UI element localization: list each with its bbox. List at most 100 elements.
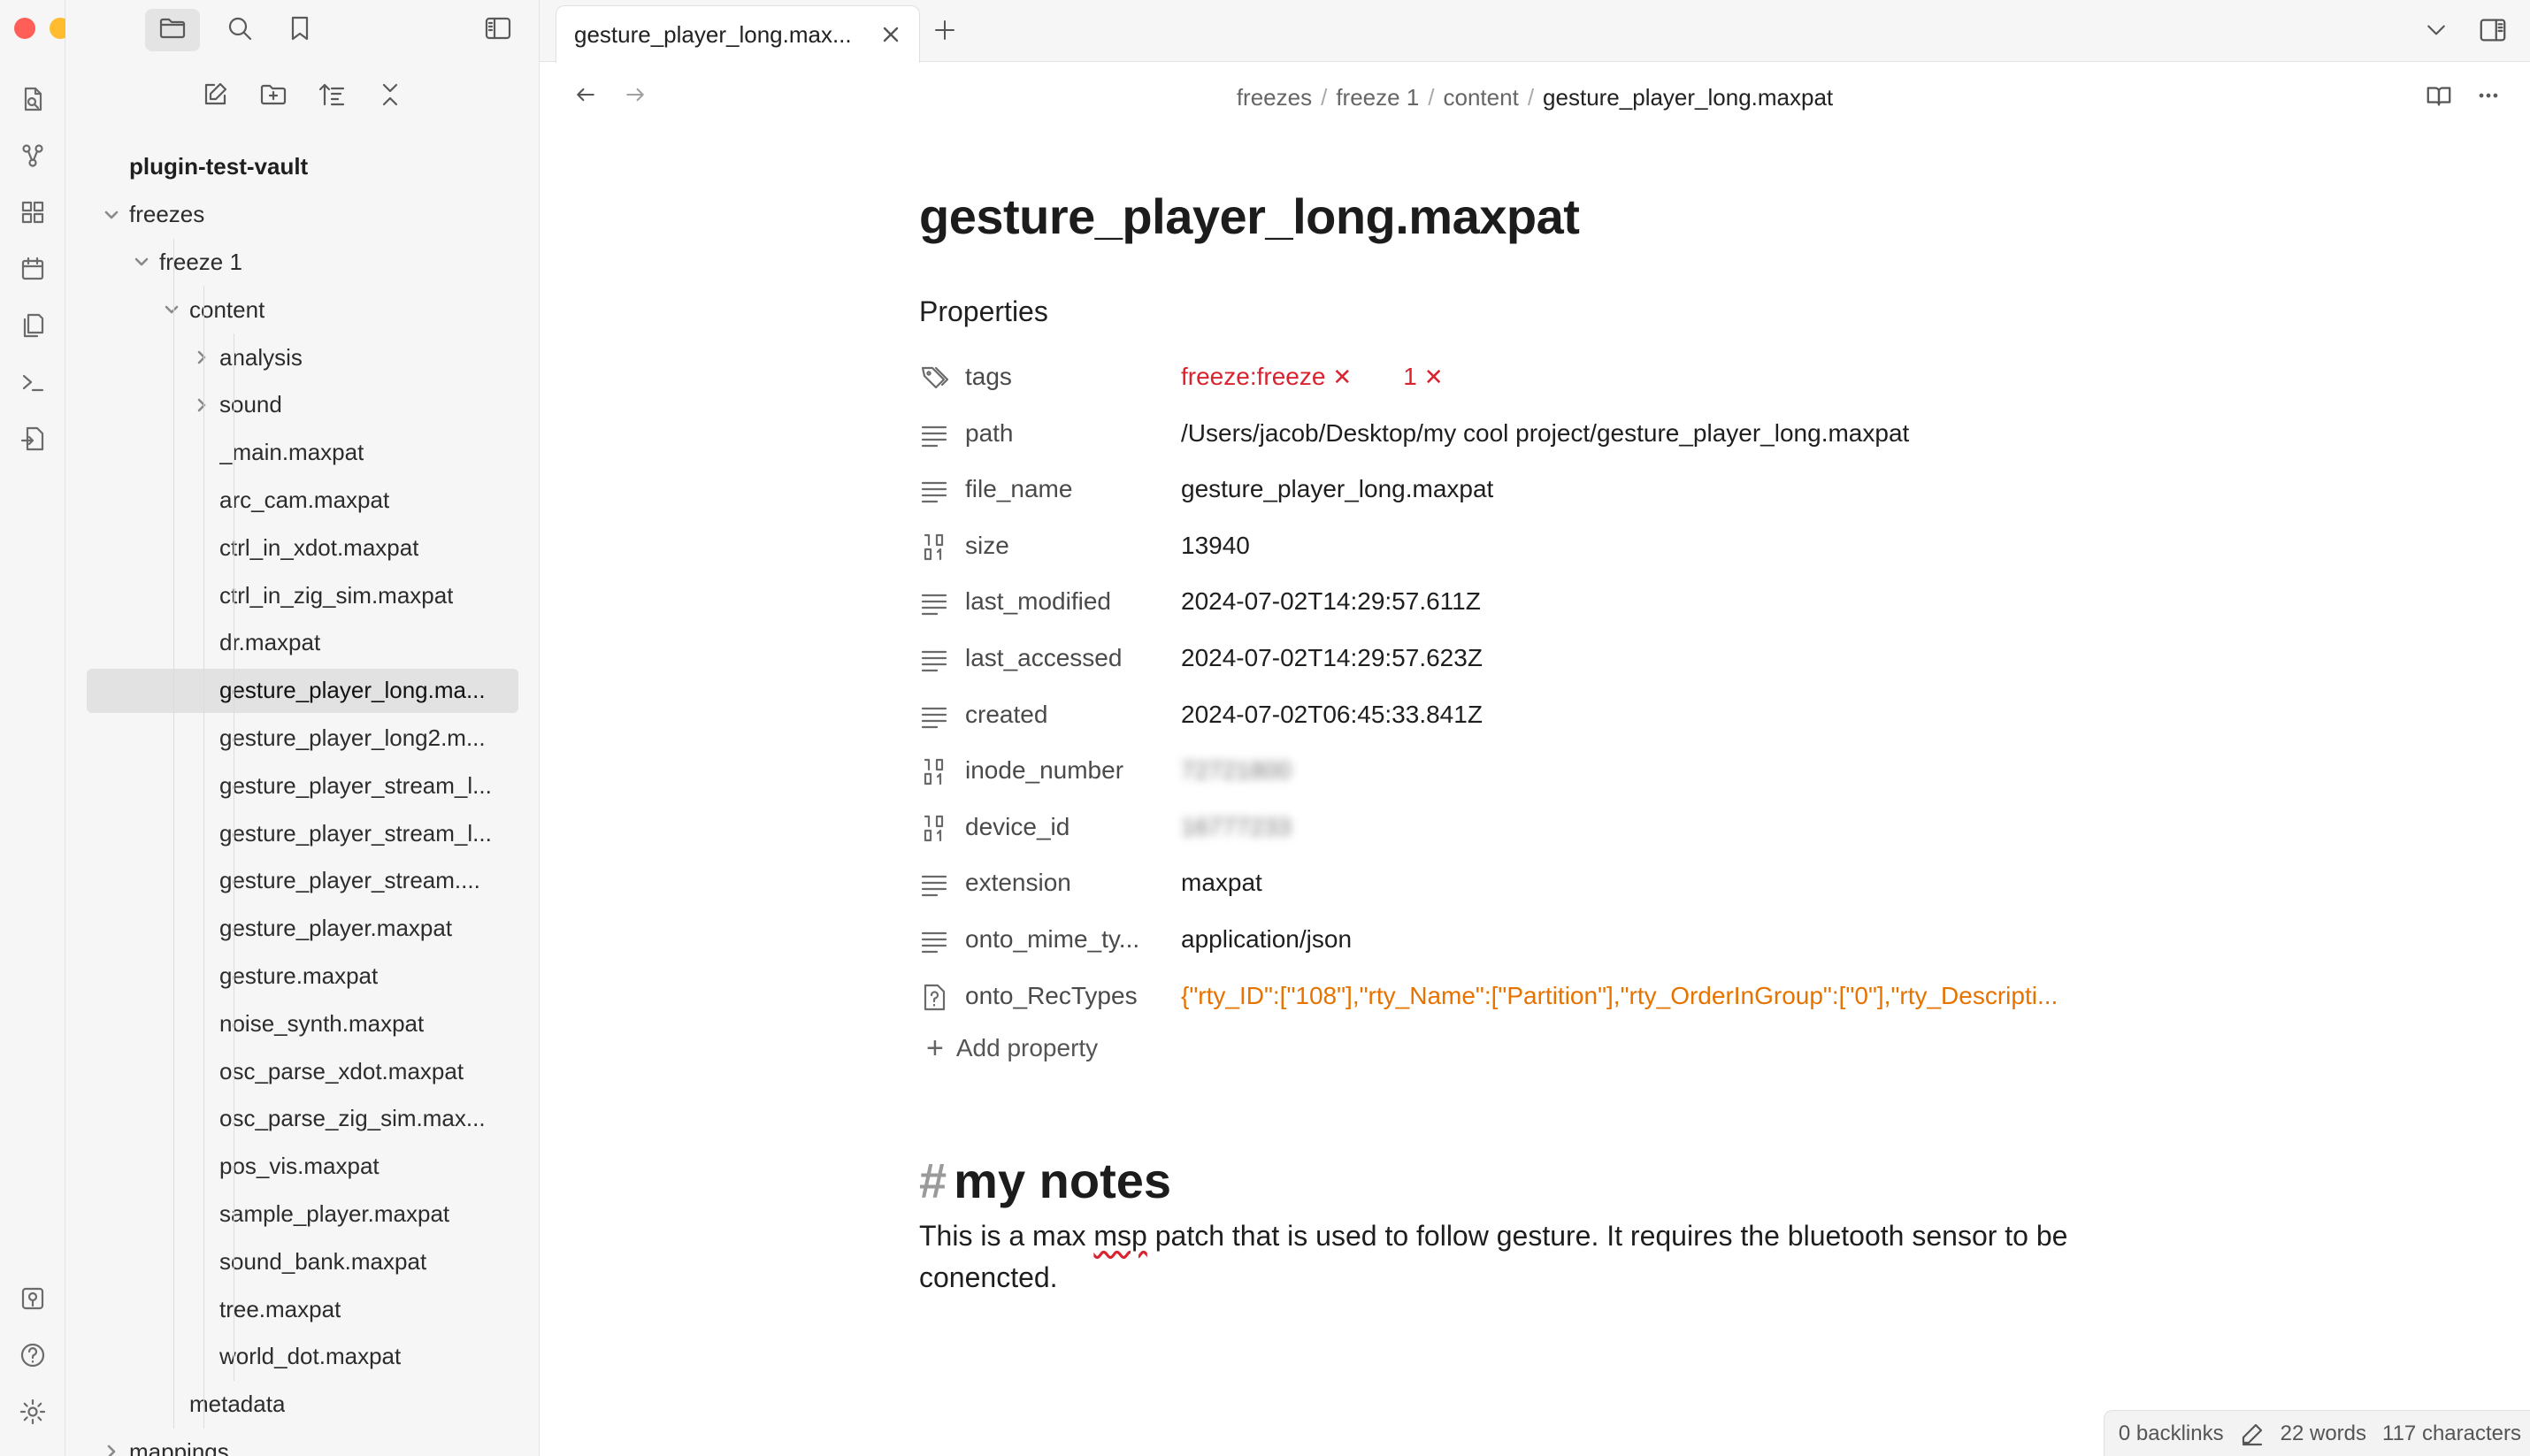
file-item[interactable]: _main.maxpat [65, 429, 539, 477]
property-value[interactable]: /Users/jacob/Desktop/my cool project/ges… [1181, 419, 1909, 448]
right-sidebar-toggle-icon[interactable] [2477, 14, 2509, 46]
text-icon[interactable] [919, 925, 949, 955]
files-tab-button[interactable] [145, 9, 200, 51]
folder-item[interactable]: freezes [65, 191, 539, 239]
vault-name[interactable]: plugin-test-vault [65, 143, 539, 191]
search-tab-button[interactable] [212, 9, 267, 51]
property-key[interactable]: file_name [965, 475, 1160, 503]
new-folder-button[interactable] [257, 80, 290, 113]
folder-item[interactable]: analysis [65, 333, 539, 381]
property-key[interactable]: extension [965, 869, 1160, 897]
properties-heading[interactable]: Properties [919, 295, 1048, 328]
collapse-all-button[interactable] [373, 80, 407, 113]
file-item[interactable]: gesture_player_long2.m... [65, 715, 539, 762]
tag-pill[interactable]: 1 ✕ [1403, 363, 1443, 391]
tab-gesture-player-long[interactable]: gesture_player_long.max... [556, 5, 920, 63]
breadcrumb-part[interactable]: freeze 1 [1336, 84, 1419, 111]
chevron-down-icon[interactable] [133, 253, 150, 271]
more-options-icon[interactable] [2473, 80, 2503, 111]
help-icon[interactable] [17, 1339, 49, 1371]
close-window-button[interactable] [14, 18, 35, 39]
close-tab-icon[interactable] [880, 24, 901, 45]
property-key[interactable]: inode_number [965, 756, 1160, 785]
graph-view-icon[interactable] [17, 140, 49, 172]
folder-item[interactable]: sound [65, 381, 539, 429]
text-icon[interactable] [919, 869, 949, 899]
property-value[interactable]: application/json [1181, 925, 1352, 954]
property-value[interactable]: 2024-07-02T14:29:57.623Z [1181, 644, 1483, 672]
file-item[interactable]: osc_parse_zig_sim.max... [65, 1095, 539, 1143]
file-item[interactable]: sample_player.maxpat [65, 1191, 539, 1238]
misspelled-word[interactable]: msp [1093, 1220, 1146, 1252]
daily-note-icon[interactable] [17, 253, 49, 285]
edit-mode-icon[interactable] [2240, 1422, 2265, 1446]
reading-view-icon[interactable] [2424, 80, 2454, 111]
property-value[interactable]: maxpat [1181, 869, 1262, 897]
chevron-right-icon[interactable] [193, 396, 211, 414]
file-item[interactable]: gesture.maxpat [65, 953, 539, 1000]
text-icon[interactable] [919, 419, 949, 449]
file-item[interactable]: metadata [65, 1381, 539, 1429]
chevron-right-icon[interactable] [193, 349, 211, 366]
property-key[interactable]: last_modified [965, 587, 1160, 616]
new-tab-icon[interactable] [929, 14, 961, 46]
file-item[interactable]: ctrl_in_zig_sim.maxpat [65, 571, 539, 619]
remove-tag-icon[interactable]: ✕ [1424, 364, 1444, 391]
property-value[interactable]: 2024-07-02T06:45:33.841Z [1181, 701, 1483, 729]
file-item[interactable]: sound_bank.maxpat [65, 1238, 539, 1285]
collapse-sidebar-button[interactable] [471, 9, 525, 51]
file-item[interactable]: gesture_player_stream.... [65, 857, 539, 905]
property-key[interactable]: onto_mime_ty... [965, 925, 1160, 954]
file-item[interactable]: noise_synth.maxpat [65, 1000, 539, 1047]
text-icon[interactable] [919, 644, 949, 674]
property-value[interactable]: 72721800 [1181, 756, 1292, 785]
text-icon[interactable] [919, 701, 949, 731]
breadcrumb-part[interactable]: content [1444, 84, 1519, 111]
property-key[interactable]: onto_RecTypes [965, 982, 1160, 1010]
property-key[interactable]: tags [965, 363, 1160, 391]
breadcrumb-part[interactable]: freezes [1237, 84, 1312, 111]
property-value[interactable]: 2024-07-02T14:29:57.611Z [1181, 587, 1481, 616]
new-note-button[interactable] [198, 80, 232, 113]
folder-item[interactable]: freeze 1 [65, 239, 539, 287]
note-paragraph[interactable]: This is a max msp patch that is used to … [919, 1215, 2158, 1299]
property-value[interactable]: 13940 [1181, 532, 1250, 560]
file-item[interactable]: gesture_player_long.ma... [65, 667, 539, 715]
sort-button[interactable] [315, 80, 349, 113]
property-key[interactable]: device_id [965, 813, 1160, 841]
open-quick-switcher-icon[interactable] [17, 83, 49, 115]
import-icon[interactable] [17, 423, 49, 455]
chevron-down-icon[interactable] [163, 301, 180, 318]
property-key[interactable]: size [965, 532, 1160, 560]
command-palette-icon[interactable] [17, 366, 49, 398]
property-key[interactable]: created [965, 701, 1160, 729]
tag-pill[interactable]: freeze:freeze ✕ [1181, 363, 1352, 391]
property-tags-value[interactable]: freeze:freeze ✕ 1 ✕ [1165, 363, 1479, 391]
property-key[interactable]: last_accessed [965, 644, 1160, 672]
file-item[interactable]: tree.maxpat [65, 1285, 539, 1333]
text-icon[interactable] [919, 475, 949, 505]
unknown-icon[interactable] [919, 982, 949, 1012]
file-item[interactable]: gesture_player_stream_l... [65, 762, 539, 809]
canvas-icon[interactable] [17, 196, 49, 228]
backlinks-count[interactable]: 0 backlinks [2119, 1422, 2224, 1446]
file-item[interactable]: gesture_player.maxpat [65, 905, 539, 953]
breadcrumb-current[interactable]: gesture_player_long.maxpat [1543, 84, 1833, 111]
remove-tag-icon[interactable]: ✕ [1332, 364, 1352, 391]
folder-item[interactable]: mappings [65, 1429, 539, 1456]
templates-icon[interactable] [17, 310, 49, 341]
number-icon[interactable] [919, 532, 949, 562]
text-icon[interactable] [919, 587, 949, 617]
number-icon[interactable] [919, 756, 949, 786]
property-key[interactable]: path [965, 419, 1160, 448]
file-item[interactable]: ctrl_in_xdot.maxpat [65, 524, 539, 571]
chevron-right-icon[interactable] [103, 1443, 120, 1456]
settings-icon[interactable] [17, 1396, 49, 1428]
inline-title[interactable]: gesture_player_long.maxpat [919, 188, 1580, 245]
note-heading[interactable]: # my notes [919, 1152, 1171, 1209]
file-item[interactable]: dr.maxpat [65, 619, 539, 667]
tab-list-chevron-icon[interactable] [2422, 16, 2450, 44]
file-item[interactable]: world_dot.maxpat [65, 1333, 539, 1381]
chevron-down-icon[interactable] [103, 206, 120, 224]
property-value[interactable]: gesture_player_long.maxpat [1181, 475, 1493, 503]
